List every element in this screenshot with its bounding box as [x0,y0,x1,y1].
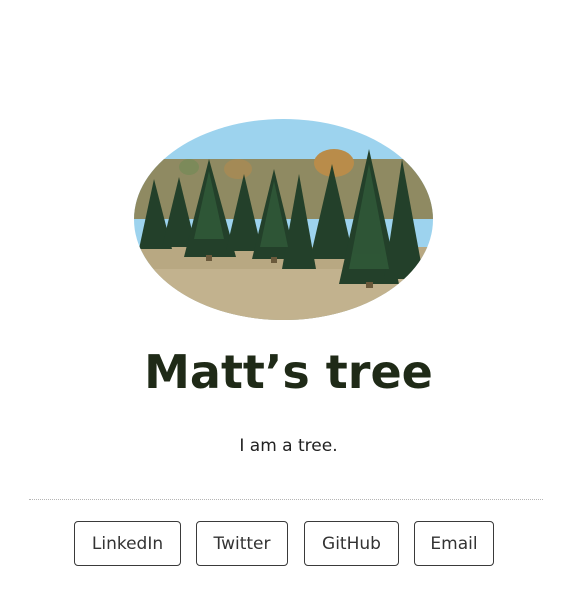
divider [29,499,543,500]
trees-photo [134,119,433,320]
tagline: I am a tree. [239,436,338,456]
linkedin-button[interactable]: LinkedIn [74,521,181,566]
social-links: LinkedIn Twitter GitHub Email [0,521,577,568]
email-button[interactable]: Email [414,521,494,566]
page-title: Matt’s tree [144,345,433,399]
avatar [134,119,433,320]
github-button[interactable]: GitHub [304,521,399,566]
twitter-button[interactable]: Twitter [196,521,288,566]
